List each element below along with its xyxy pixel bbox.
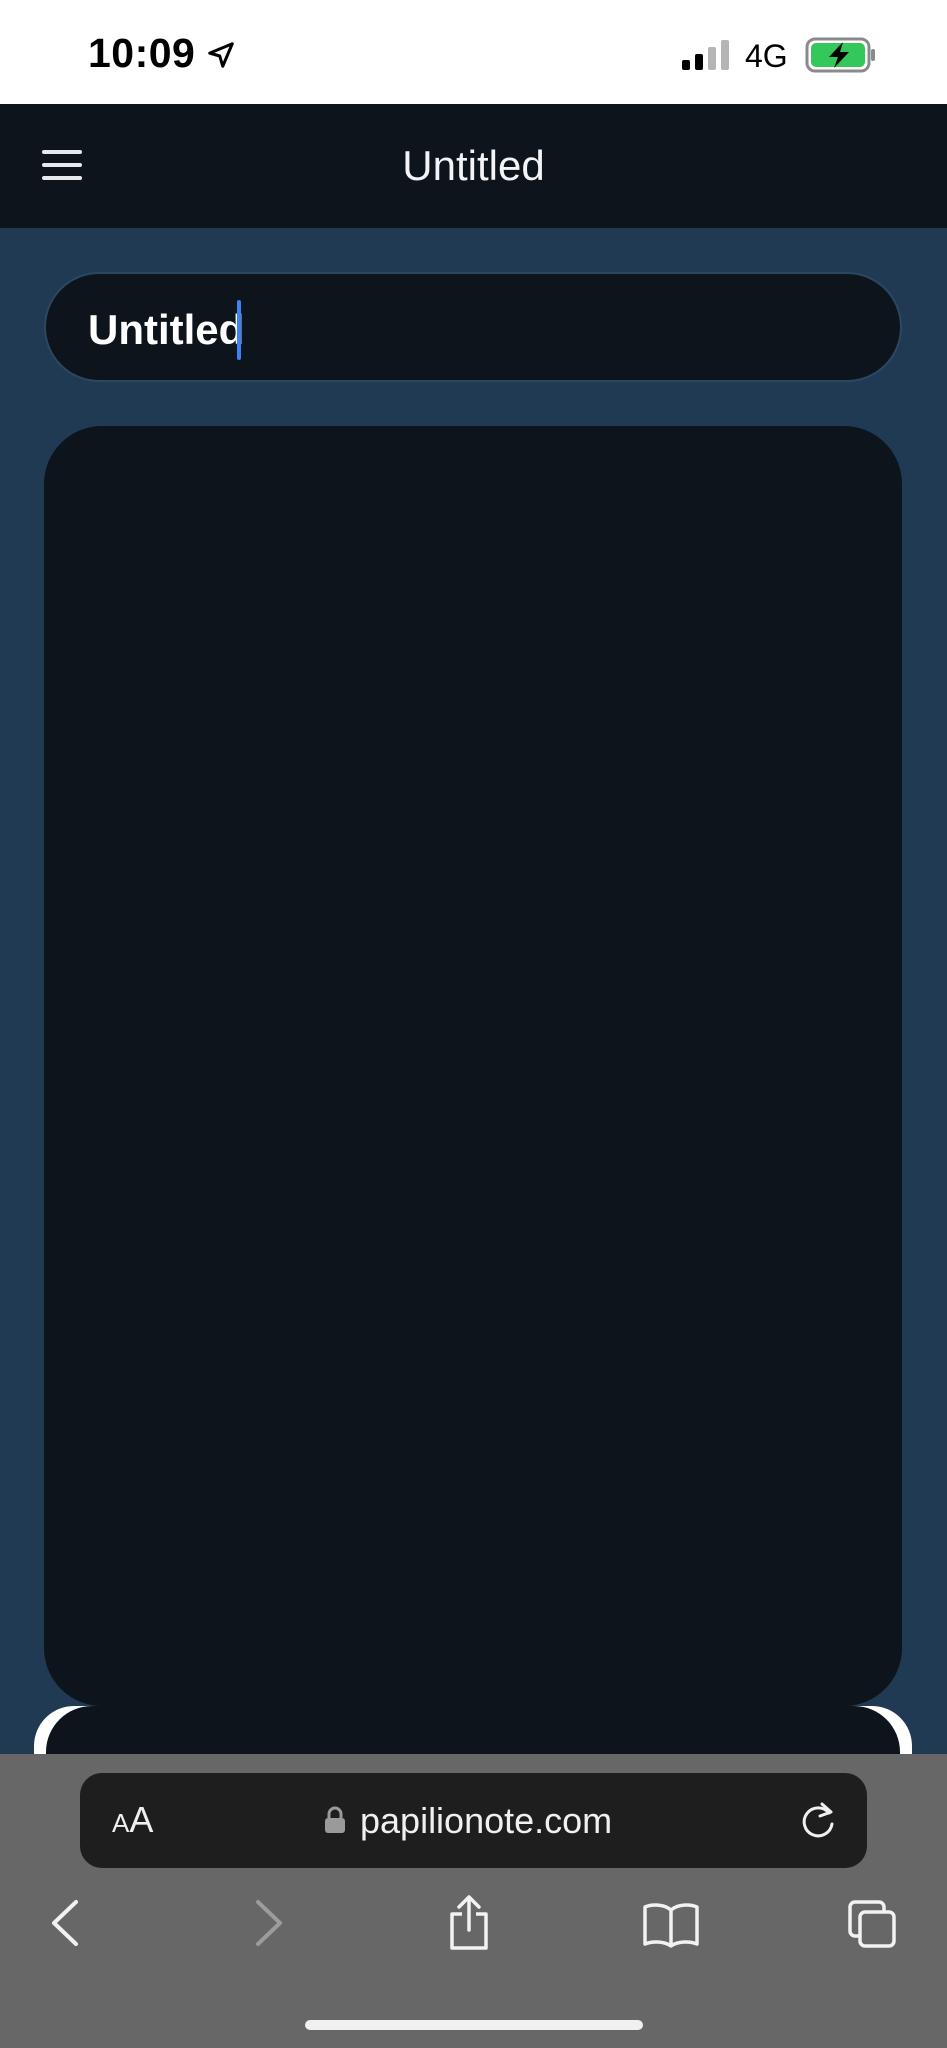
note-body-editor[interactable] [44, 426, 902, 1706]
bookmarks-icon[interactable] [642, 1900, 700, 1948]
share-icon[interactable] [446, 1894, 492, 1952]
location-arrow-icon [208, 42, 234, 68]
network-type-label: 4G [745, 38, 788, 74]
back-icon[interactable] [48, 1898, 82, 1948]
page-title: Untitled [402, 142, 545, 189]
text-cursor [237, 300, 241, 360]
lock-icon [325, 1806, 345, 1833]
status-time: 10:09 [88, 30, 196, 76]
aa-large-glyph: A [129, 1799, 154, 1840]
note-title-value[interactable]: Untitled [88, 306, 244, 354]
cellular-signal-icon [682, 40, 729, 70]
home-indicator [305, 2020, 643, 2030]
reload-icon[interactable] [798, 1799, 838, 1841]
aa-small-glyph: A [112, 1808, 130, 1838]
reader-text-size-button[interactable]: AA [112, 1798, 153, 1845]
battery-charging-icon [805, 37, 875, 73]
tabs-icon[interactable] [846, 1898, 898, 1950]
url-text[interactable]: papilionote.com [360, 1800, 612, 1842]
forward-icon[interactable] [252, 1898, 286, 1948]
